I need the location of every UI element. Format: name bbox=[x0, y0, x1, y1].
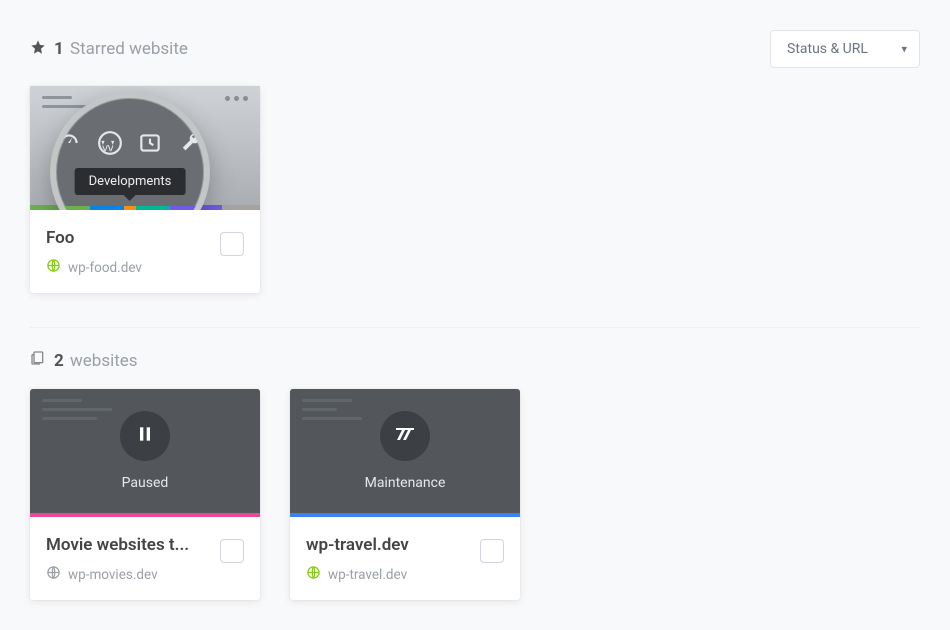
filter-label: Status & URL bbox=[787, 41, 868, 57]
websites-label: websites bbox=[70, 351, 138, 371]
card-body: Foo wp-food.dev bbox=[30, 210, 260, 293]
websites-section-title: 2 websites bbox=[30, 350, 920, 371]
more-options-icon[interactable] bbox=[225, 96, 248, 101]
site-url-row[interactable]: wp-food.dev bbox=[46, 258, 244, 277]
select-checkbox[interactable] bbox=[220, 539, 244, 563]
wordpress-icon bbox=[97, 128, 124, 158]
status-text: Maintenance bbox=[365, 475, 446, 491]
site-title: wp-travel.dev bbox=[306, 535, 466, 555]
starred-count: 1 bbox=[54, 39, 64, 59]
site-url: wp-movies.dev bbox=[68, 567, 158, 583]
category-tooltip: Developments bbox=[75, 168, 186, 195]
section-divider bbox=[30, 327, 920, 328]
status-text: Paused bbox=[122, 475, 169, 491]
websites-count: 2 bbox=[54, 351, 64, 371]
wrench-icon bbox=[178, 128, 205, 158]
status-circle bbox=[380, 411, 430, 461]
select-checkbox[interactable] bbox=[480, 539, 504, 563]
site-url-row[interactable]: wp-movies.dev bbox=[46, 565, 244, 584]
site-title: Movie websites t... bbox=[46, 535, 206, 555]
thumbnail-lines bbox=[42, 96, 102, 114]
globe-icon bbox=[46, 258, 61, 277]
site-card[interactable]: Maintenance wp-travel.dev wp-travel.dev bbox=[290, 389, 520, 600]
globe-icon bbox=[46, 565, 61, 584]
filter-dropdown[interactable]: Status & URL bbox=[770, 30, 920, 68]
starred-grid: Developments Foo Foo wp-food.dev bbox=[30, 86, 920, 293]
starred-label: Starred website bbox=[70, 39, 188, 59]
dashboard-icon bbox=[56, 128, 83, 158]
status-circle bbox=[120, 411, 170, 461]
site-thumbnail: Developments Foo bbox=[30, 86, 260, 210]
starred-header: 1 Starred website Status & URL bbox=[30, 30, 920, 68]
starred-section-title: 1 Starred website bbox=[30, 39, 188, 60]
star-icon bbox=[30, 39, 46, 60]
websites-grid: Paused Movie websites t... wp-movies.dev bbox=[30, 389, 920, 600]
backup-icon bbox=[137, 128, 164, 158]
site-card[interactable]: Paused Movie websites t... wp-movies.dev bbox=[30, 389, 260, 600]
card-body: Movie websites t... wp-movies.dev bbox=[30, 517, 260, 600]
site-url-row[interactable]: wp-travel.dev bbox=[306, 565, 504, 584]
pause-icon bbox=[135, 424, 155, 448]
globe-icon bbox=[306, 565, 321, 584]
card-body: wp-travel.dev wp-travel.dev bbox=[290, 517, 520, 600]
site-thumbnail: Maintenance bbox=[290, 389, 520, 513]
barrier-icon bbox=[393, 422, 417, 450]
site-thumbnail: Paused bbox=[30, 389, 260, 513]
site-url: wp-travel.dev bbox=[328, 567, 407, 583]
site-title: Foo bbox=[46, 228, 206, 248]
select-checkbox[interactable] bbox=[220, 232, 244, 256]
site-card-starred[interactable]: Developments Foo Foo wp-food.dev bbox=[30, 86, 260, 293]
pages-icon bbox=[30, 350, 46, 371]
site-url: wp-food.dev bbox=[68, 260, 142, 276]
